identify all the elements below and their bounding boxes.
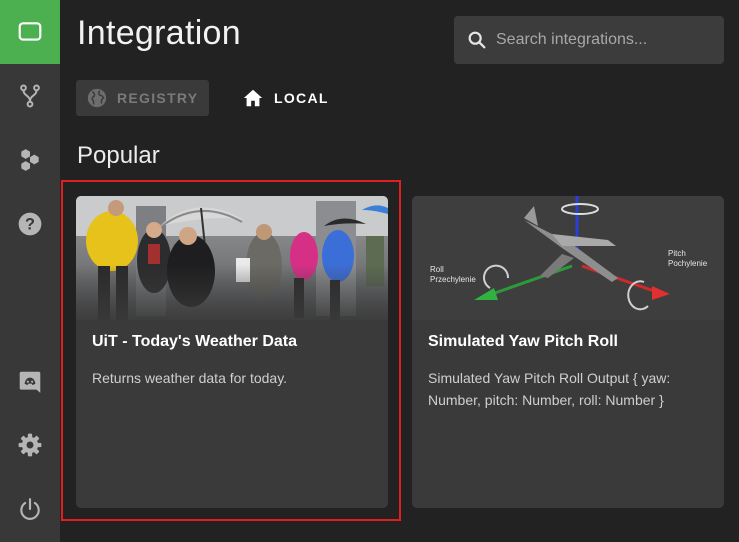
card-description: Returns weather data for today. (92, 370, 288, 386)
tab-registry[interactable]: REGISTRY (76, 80, 209, 116)
search-box[interactable] (454, 16, 724, 64)
card-image: Roll Przechylenie Pitch Pochylenie (412, 196, 724, 320)
card-image (76, 196, 388, 320)
nav-dashboard[interactable] (0, 0, 60, 64)
card-description: Simulated Yaw Pitch Roll Output { yaw: N… (428, 370, 671, 408)
roll-label: Roll (430, 265, 444, 274)
integration-card-weather[interactable]: UiT - Today's Weather Data Returns weath… (76, 196, 388, 508)
nav-integrations[interactable] (0, 128, 60, 192)
gear-icon (18, 433, 42, 457)
tab-local-label: LOCAL (274, 90, 329, 106)
nav-settings[interactable] (0, 413, 60, 477)
card-title: Simulated Yaw Pitch Roll (428, 333, 618, 350)
home-icon (243, 89, 263, 107)
nav-discord[interactable] (0, 350, 60, 414)
help-icon: ? (18, 212, 42, 236)
dashboard-icon (18, 22, 42, 41)
globe-icon (87, 88, 107, 108)
pitch-label: Pitch (668, 249, 686, 258)
section-title: Popular (77, 142, 160, 169)
pitch-pl-label: Pochylenie (668, 259, 708, 268)
nav-help[interactable]: ? (0, 192, 60, 256)
power-icon (20, 498, 40, 520)
roll-pl-label: Przechylenie (430, 275, 476, 284)
search-icon (468, 31, 486, 49)
card-title: UiT - Today's Weather Data (92, 333, 298, 350)
tab-local[interactable]: LOCAL (242, 80, 329, 116)
discord-icon (19, 371, 41, 393)
nav-logout[interactable] (0, 477, 60, 541)
svg-text:?: ? (25, 215, 35, 233)
aircraft-axes-diagram: Roll Przechylenie Pitch Pochylenie (412, 196, 724, 320)
rainy-street-photo (76, 196, 388, 320)
fork-icon (20, 84, 40, 108)
search-input[interactable] (494, 30, 718, 50)
nav-flows[interactable] (0, 64, 60, 128)
integration-card-ypr[interactable]: Roll Przechylenie Pitch Pochylenie Simul… (412, 196, 724, 508)
hexagons-icon (21, 149, 39, 171)
sidebar: ? (0, 0, 60, 542)
page-title: Integration (77, 14, 241, 52)
tab-registry-label: REGISTRY (117, 90, 199, 106)
